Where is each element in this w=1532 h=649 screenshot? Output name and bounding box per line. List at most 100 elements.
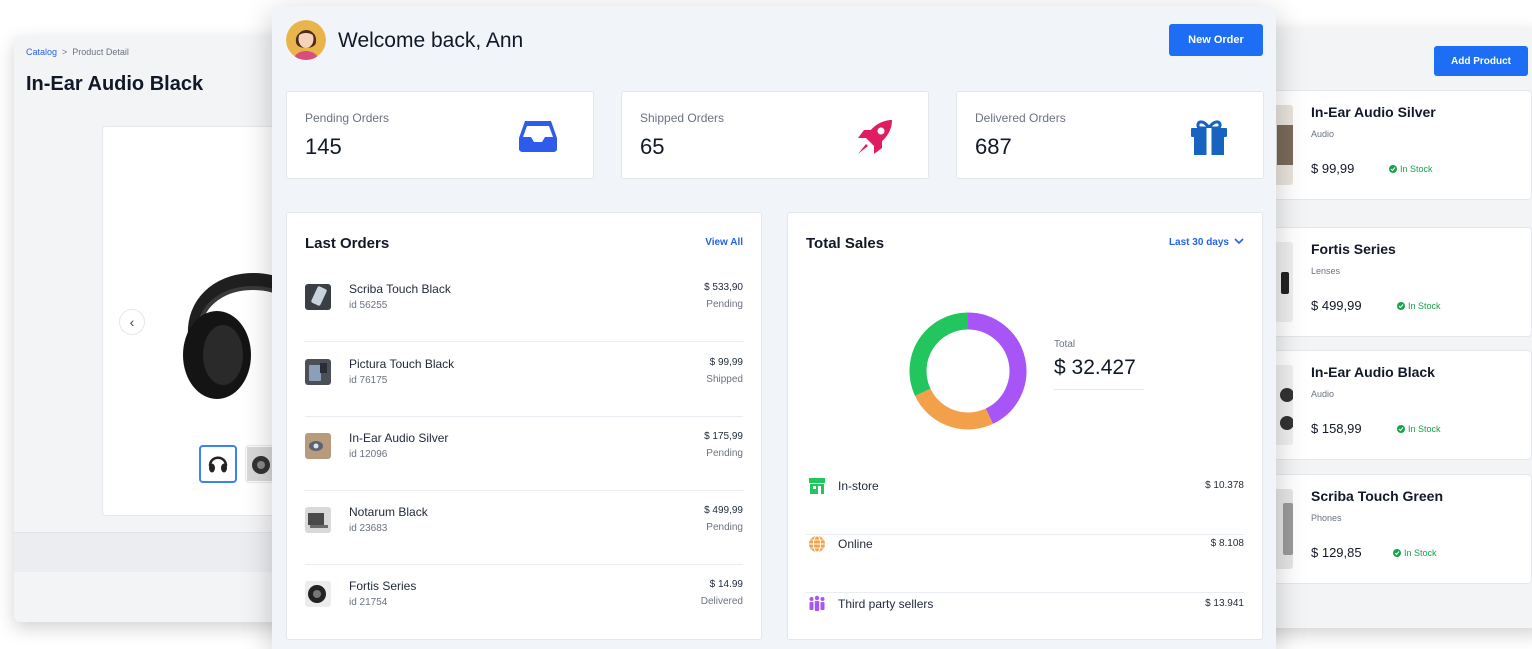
stat-value: 65 — [640, 134, 665, 159]
stat-card-shipped: Shipped Orders 65 — [621, 91, 929, 179]
stat-label: Pending Orders — [305, 111, 390, 125]
order-status: Pending — [706, 522, 743, 533]
stock-badge: In Stock — [1393, 548, 1437, 558]
product-category: Audio — [1311, 389, 1335, 399]
breadcrumb-current: Product Detail — [72, 47, 129, 57]
order-product-name: Pictura Touch Black — [349, 357, 455, 371]
stat-card-pending: Pending Orders 145 — [286, 91, 594, 179]
gallery-prev-button[interactable]: ‹ — [119, 309, 145, 335]
table-row[interactable]: Fortis Series id 21754 $ 14.99 Delivered — [305, 565, 743, 639]
stat-card-delivered: Delivered Orders 687 — [956, 91, 1264, 179]
product-card[interactable]: Fortis Series Lenses $ 499,99 In Stock — [1262, 227, 1532, 337]
period-dropdown[interactable]: Last 30 days — [1169, 237, 1244, 248]
breadcrumb-catalog-link[interactable]: Catalog — [26, 47, 57, 57]
stock-badge: In Stock — [1397, 424, 1441, 434]
table-row[interactable]: Notarum Black id 23683 $ 499,99 Pending — [305, 491, 743, 565]
product-name: Fortis Series — [1311, 241, 1396, 257]
donut-slice-online — [915, 388, 993, 430]
stat-label: Delivered Orders — [975, 111, 1066, 125]
order-product-name: Notarum Black — [349, 505, 428, 519]
period-label: Last 30 days — [1168, 237, 1229, 248]
store-icon — [808, 477, 826, 495]
add-product-button[interactable]: Add Product — [1434, 46, 1528, 76]
total-value: $ 32.427 — [1054, 356, 1136, 379]
product-card[interactable]: In-Ear Audio Silver Audio $ 99,99 In Sto… — [1262, 90, 1532, 200]
row-divider — [305, 341, 743, 342]
product-card[interactable]: Scriba Touch Green Phones $ 129,85 In St… — [1262, 474, 1532, 584]
product-price: $ 158,99 — [1311, 421, 1362, 436]
stock-badge: In Stock — [1397, 301, 1441, 311]
stat-value: 687 — [975, 134, 1012, 159]
order-product-name: In-Ear Audio Silver — [349, 431, 449, 445]
dashboard-window: Welcome back, Ann New Order Pending Orde… — [272, 6, 1276, 649]
table-row[interactable]: Pictura Touch Black id 76175 $ 99,99 Shi… — [305, 343, 743, 417]
sales-channel-row: Online $ 8.108 — [806, 535, 1244, 593]
people-icon — [808, 595, 826, 613]
stock-label: In Stock — [1408, 301, 1441, 311]
order-id: id 21754 — [349, 597, 388, 608]
gallery-thumbnail-1[interactable] — [199, 445, 237, 483]
breadcrumb: Catalog > Product Detail — [26, 47, 129, 57]
stat-label: Shipped Orders — [640, 111, 725, 125]
welcome-heading: Welcome back, Ann — [338, 29, 524, 52]
avatar[interactable] — [286, 20, 326, 60]
last-orders-title: Last Orders — [305, 235, 390, 252]
table-row[interactable]: Scriba Touch Black id 56255 $ 533,90 Pen… — [305, 268, 743, 342]
order-id: id 76175 — [349, 375, 388, 386]
channel-amount: $ 8.108 — [1210, 538, 1244, 549]
order-id: id 12096 — [349, 449, 388, 460]
order-thumbnail — [305, 581, 331, 607]
last-orders-panel: Last Orders View All Scriba Touch Black … — [286, 212, 762, 640]
channel-amount: $ 10.378 — [1205, 480, 1244, 491]
product-name: In-Ear Audio Silver — [1311, 104, 1436, 120]
order-status: Delivered — [700, 596, 743, 607]
stock-badge: In Stock — [1389, 164, 1433, 174]
donut-svg — [909, 312, 1027, 430]
order-product-name: Fortis Series — [349, 579, 417, 593]
order-id: id 56255 — [349, 300, 388, 311]
order-status: Pending — [706, 448, 743, 459]
sales-channel-row: Third party sellers $ 13.941 — [806, 595, 1244, 649]
stock-label: In Stock — [1408, 424, 1441, 434]
product-name: In-Ear Audio Black — [1311, 364, 1435, 380]
order-thumbnail — [305, 433, 331, 459]
sales-donut-chart — [906, 309, 1030, 438]
product-name: Scriba Touch Green — [1311, 488, 1443, 504]
stock-label: In Stock — [1404, 548, 1437, 558]
channel-name: Online — [838, 537, 873, 551]
globe-icon — [808, 535, 826, 553]
stock-label: In Stock — [1400, 164, 1433, 174]
channel-name: In-store — [838, 479, 879, 493]
sales-channel-row: In-store $ 10.378 — [806, 477, 1244, 535]
channel-name: Third party sellers — [838, 597, 934, 611]
inbox-icon — [517, 118, 559, 159]
check-icon — [1397, 425, 1405, 433]
channel-amount: $ 13.941 — [1205, 598, 1244, 609]
view-all-link[interactable]: View All — [705, 237, 743, 248]
total-label: Total — [1054, 339, 1076, 350]
check-icon — [1393, 549, 1401, 557]
order-thumbnail — [305, 507, 331, 533]
check-icon — [1389, 165, 1397, 173]
product-category: Audio — [1311, 129, 1335, 139]
order-amount: $ 99,99 — [709, 357, 743, 368]
check-icon — [1397, 302, 1405, 310]
donut-slice-third-party-sellers — [967, 312, 1027, 424]
order-amount: $ 14.99 — [709, 579, 743, 590]
order-thumbnail — [305, 284, 331, 310]
order-amount: $ 175,99 — [704, 431, 743, 442]
order-status: Pending — [706, 299, 743, 310]
stat-value: 145 — [305, 134, 342, 159]
breadcrumb-separator: > — [62, 47, 68, 57]
product-price: $ 129,85 — [1311, 545, 1362, 560]
order-product-name: Scriba Touch Black — [349, 282, 451, 296]
new-order-button[interactable]: New Order — [1169, 24, 1263, 56]
total-sales-title: Total Sales — [806, 235, 885, 252]
order-amount: $ 533,90 — [704, 282, 743, 293]
row-divider — [806, 592, 1244, 593]
table-row[interactable]: In-Ear Audio Silver id 12096 $ 175,99 Pe… — [305, 417, 743, 491]
order-id: id 23683 — [349, 523, 388, 534]
product-card[interactable]: In-Ear Audio Black Audio $ 158,99 In Sto… — [1262, 350, 1532, 460]
product-category: Lenses — [1311, 266, 1341, 276]
chevron-down-icon — [1234, 237, 1244, 248]
